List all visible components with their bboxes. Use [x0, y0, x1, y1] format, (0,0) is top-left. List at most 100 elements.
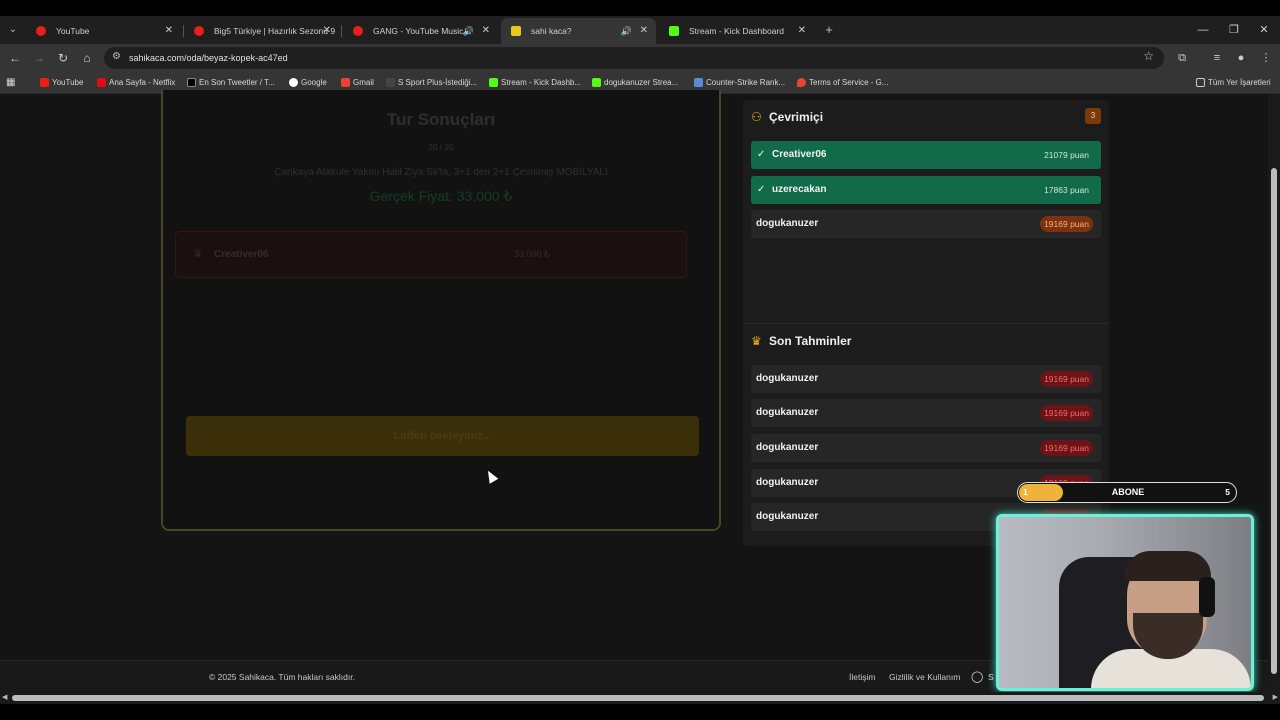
menu-kebab-icon[interactable]: ⋮	[1258, 50, 1274, 66]
speaker-icon[interactable]: 🔊	[463, 18, 474, 44]
player-name: Creativer06	[772, 149, 827, 160]
online-player-row: ✓ uzerecakan 17863 puan	[751, 176, 1101, 204]
os-bottom-bar	[0, 704, 1280, 720]
apps-grid-icon[interactable]: ▦	[6, 72, 15, 94]
tab-title: Big5 Türkiye | Hazırlık Sezonu 9	[214, 26, 336, 36]
players-panel: ⚇ Çevrimiçi 3 ✓ Creativer06 21079 puan ✓…	[743, 100, 1109, 546]
users-icon: ⚇	[751, 110, 762, 124]
headset	[1199, 577, 1215, 617]
player-points: 21079 puan	[1044, 150, 1089, 160]
address-bar[interactable]: ⚙ sahikaca.com/oda/beyaz-kopek-ac47ed ☆	[104, 47, 1164, 69]
guess-points: 19169 puan	[1040, 405, 1093, 421]
gmail-icon	[341, 78, 350, 87]
guess-points: 19169 puan	[1040, 371, 1093, 387]
bookmark-star-icon[interactable]: ☆	[1143, 49, 1154, 63]
copyright-text: © 2025 Sahikaca. Tüm hakları saklıdır.	[209, 672, 355, 682]
url-text[interactable]: sahikaca.com/oda/beyaz-kopek-ac47ed	[129, 47, 288, 69]
online-player-row: ✓ Creativer06 21079 puan	[751, 141, 1101, 169]
close-tab-icon[interactable]: ✕	[798, 18, 806, 44]
privacy-link[interactable]: Gizlilik ve Kullanım	[889, 661, 960, 693]
check-icon: ✓	[757, 149, 766, 160]
tab-title: Stream - Kick Dashboard	[689, 26, 784, 36]
youtube-icon	[40, 78, 49, 87]
product-description: Çankaya Atakule Yakını Halil Ziya Sk'ta,…	[274, 167, 608, 178]
trophy-icon: ♛	[751, 334, 762, 348]
player-points: 19169 puan	[1040, 216, 1093, 232]
trophy-icon: ♛	[193, 248, 203, 260]
recent-guess-row: dogukanuzer 19169 puan	[751, 399, 1101, 427]
recent-guesses-header: ♛ Son Tahminler	[751, 325, 851, 357]
map-pin-icon	[797, 78, 806, 87]
speaker-icon[interactable]: 🔊	[621, 18, 632, 44]
counter-strike-icon	[694, 78, 703, 87]
subscriber-goal: 5	[1225, 487, 1230, 497]
tab-search-icon[interactable]: ⌄	[4, 20, 22, 40]
online-title: Çevrimiçi	[769, 110, 824, 124]
recent-guess-row: dogukanuzer 19169 puan	[751, 434, 1101, 462]
panel-divider	[743, 323, 1109, 324]
media-control-icon[interactable]: ≡	[1209, 50, 1225, 66]
tab-title: sahi kaca?	[531, 26, 572, 36]
reload-icon[interactable]: ↻	[54, 49, 72, 67]
vertical-scrollbar-thumb[interactable]	[1271, 168, 1277, 674]
forward-icon[interactable]: →	[30, 49, 48, 67]
tab-strip: ⌄ YouTube ✕ Big5 Türkiye | Hazırlık Sezo…	[0, 16, 1280, 44]
back-icon[interactable]: ←	[6, 49, 24, 67]
profile-avatar-icon[interactable]: ●	[1233, 50, 1249, 66]
close-window-icon[interactable]: ✕	[1249, 16, 1279, 44]
new-tab-button[interactable]: +	[820, 20, 838, 40]
footer-link-truncated[interactable]: S	[988, 661, 994, 693]
bookmark-youtube[interactable]: YouTube	[40, 72, 83, 94]
tab-separator	[341, 25, 342, 37]
player-name: dogukanuzer	[756, 373, 819, 384]
online-header: ⚇ Çevrimiçi	[751, 101, 823, 133]
all-bookmarks[interactable]: Tüm Yer İşaretleri	[1196, 72, 1271, 94]
tab-youtube[interactable]: YouTube ✕	[26, 18, 181, 44]
horizontal-scrollbar-thumb[interactable]	[12, 695, 1264, 701]
chat-bubble-icon[interactable]: ◯	[971, 670, 983, 683]
round-results-title: Tur Sonuçları	[386, 110, 496, 129]
os-top-bar	[0, 0, 1280, 16]
youtube-icon	[36, 26, 46, 36]
streamer-hair	[1125, 551, 1211, 581]
subscriber-label: ABONE	[1111, 487, 1145, 497]
vertical-scrollbar[interactable]	[1268, 94, 1280, 692]
minimize-icon[interactable]: —	[1188, 16, 1218, 44]
tab-kick-dashboard[interactable]: Stream - Kick Dashboard ✕	[659, 18, 814, 44]
round-progress: 20 / 20	[428, 142, 454, 152]
tab-sahikaca[interactable]: sahi kaca? 🔊 ✕	[501, 18, 656, 44]
site-info-icon[interactable]: ⚙	[112, 51, 121, 62]
ssport-icon	[386, 78, 395, 87]
bookmark-terms[interactable]: Terms of Service - G...	[797, 72, 889, 94]
player-name: uzerecakan	[772, 184, 827, 195]
round-results-card: Tur Sonuçları 20 / 20 Çankaya Atakule Ya…	[161, 90, 721, 531]
horizontal-scrollbar[interactable]: ◀ ▶	[0, 692, 1280, 704]
maximize-icon[interactable]: ❐	[1219, 16, 1249, 44]
tab-big5[interactable]: Big5 Türkiye | Hazırlık Sezonu 9 ✕	[184, 18, 339, 44]
contact-link[interactable]: İletişim	[849, 661, 875, 693]
subscriber-goal-bar: 1 ABONE 5	[1017, 482, 1237, 503]
tab-title: GANG - YouTube Music	[373, 26, 464, 36]
streamer-webcam-overlay	[996, 514, 1254, 691]
folder-icon	[1196, 78, 1205, 87]
please-wait-button[interactable]: Lütfen bekleyiniz...	[186, 416, 699, 456]
extensions-icon[interactable]: ⧉	[1174, 50, 1190, 66]
scroll-right-icon[interactable]: ▶	[1273, 693, 1278, 701]
tab-title: YouTube	[56, 26, 90, 36]
close-tab-icon[interactable]: ✕	[165, 18, 173, 44]
real-price: Gerçek Fiyat: 33.000 ₺	[369, 188, 513, 204]
home-icon[interactable]: ⌂	[78, 49, 96, 67]
close-tab-icon[interactable]: ✕	[482, 18, 490, 44]
player-name: dogukanuzer	[756, 477, 819, 488]
recent-guesses-title: Son Tahminler	[769, 334, 852, 348]
guess-value: 33.000 ₺	[514, 249, 550, 259]
close-tab-icon[interactable]: ✕	[640, 18, 648, 44]
guess-result-row: ♛ Creativer06 33.000 ₺	[175, 231, 687, 278]
tab-youtube-music[interactable]: GANG - YouTube Music 🔊 ✕	[343, 18, 498, 44]
player-name: dogukanuzer	[756, 511, 819, 522]
close-tab-icon[interactable]: ✕	[323, 18, 331, 44]
scroll-left-icon[interactable]: ◀	[2, 693, 7, 701]
guess-player-name: Creativer06	[214, 249, 269, 260]
question-icon	[511, 26, 521, 36]
x-logo-icon	[187, 78, 196, 87]
